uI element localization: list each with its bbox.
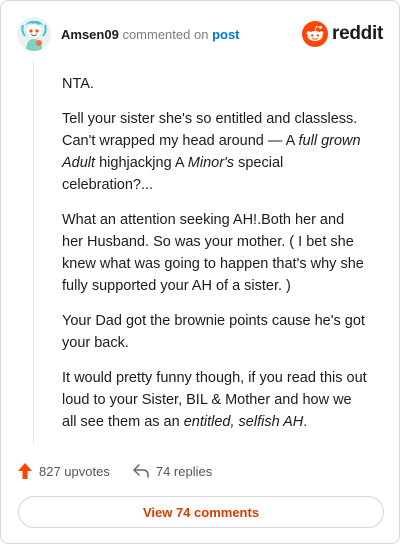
reply-arrow-icon [133,464,149,478]
reddit-alien-logo-icon [302,21,329,47]
thread-line[interactable] [33,61,34,444]
upvote-count: 827 upvotes [39,463,110,479]
comment-text: highjackjng A [95,155,188,171]
reddit-brand[interactable]: reddit [302,21,383,47]
username[interactable]: Amsen09 [61,27,119,42]
comment-italic-text: Minor's [187,155,235,171]
replies-button[interactable]: 74 replies [132,463,212,479]
user-avatar[interactable] [17,17,51,51]
post-link[interactable]: post [212,27,239,42]
commented-on-text: commented on [122,27,209,42]
comment-paragraph-3: What an attention seeking AH!.Both her a… [62,212,364,294]
comment-paragraph-1: NTA. [62,76,94,92]
snoo-avatar-icon [17,17,51,51]
comment-paragraph-2: Tell your sister she's so entitled and c… [62,108,367,196]
comment-text: . [303,414,308,430]
reply-count: 74 replies [155,463,213,479]
upvote-button[interactable]: 827 upvotes [17,462,110,480]
comment-paragraph-4: Your Dad got the brownie points cause he… [62,313,365,351]
comment-italic-text: entitled, selfish AH [183,414,304,430]
comment-paragraph-5: It would pretty funny though, if you rea… [62,367,367,433]
comment-actions: 827 upvotes 74 replies [17,459,212,483]
comment-header: Amsen09 commented on post reddit [17,17,383,51]
upvote-arrow-icon [18,463,32,479]
comment-card: Amsen09 commented on post reddit NTA. Te… [0,0,400,544]
comment-meta: Amsen09 commented on post [61,27,240,43]
view-comments-button[interactable]: View 74 comments [18,496,384,528]
reddit-wordmark: reddit [332,23,383,44]
comment-body: NTA. Tell your sister she's so entitled … [62,73,367,446]
